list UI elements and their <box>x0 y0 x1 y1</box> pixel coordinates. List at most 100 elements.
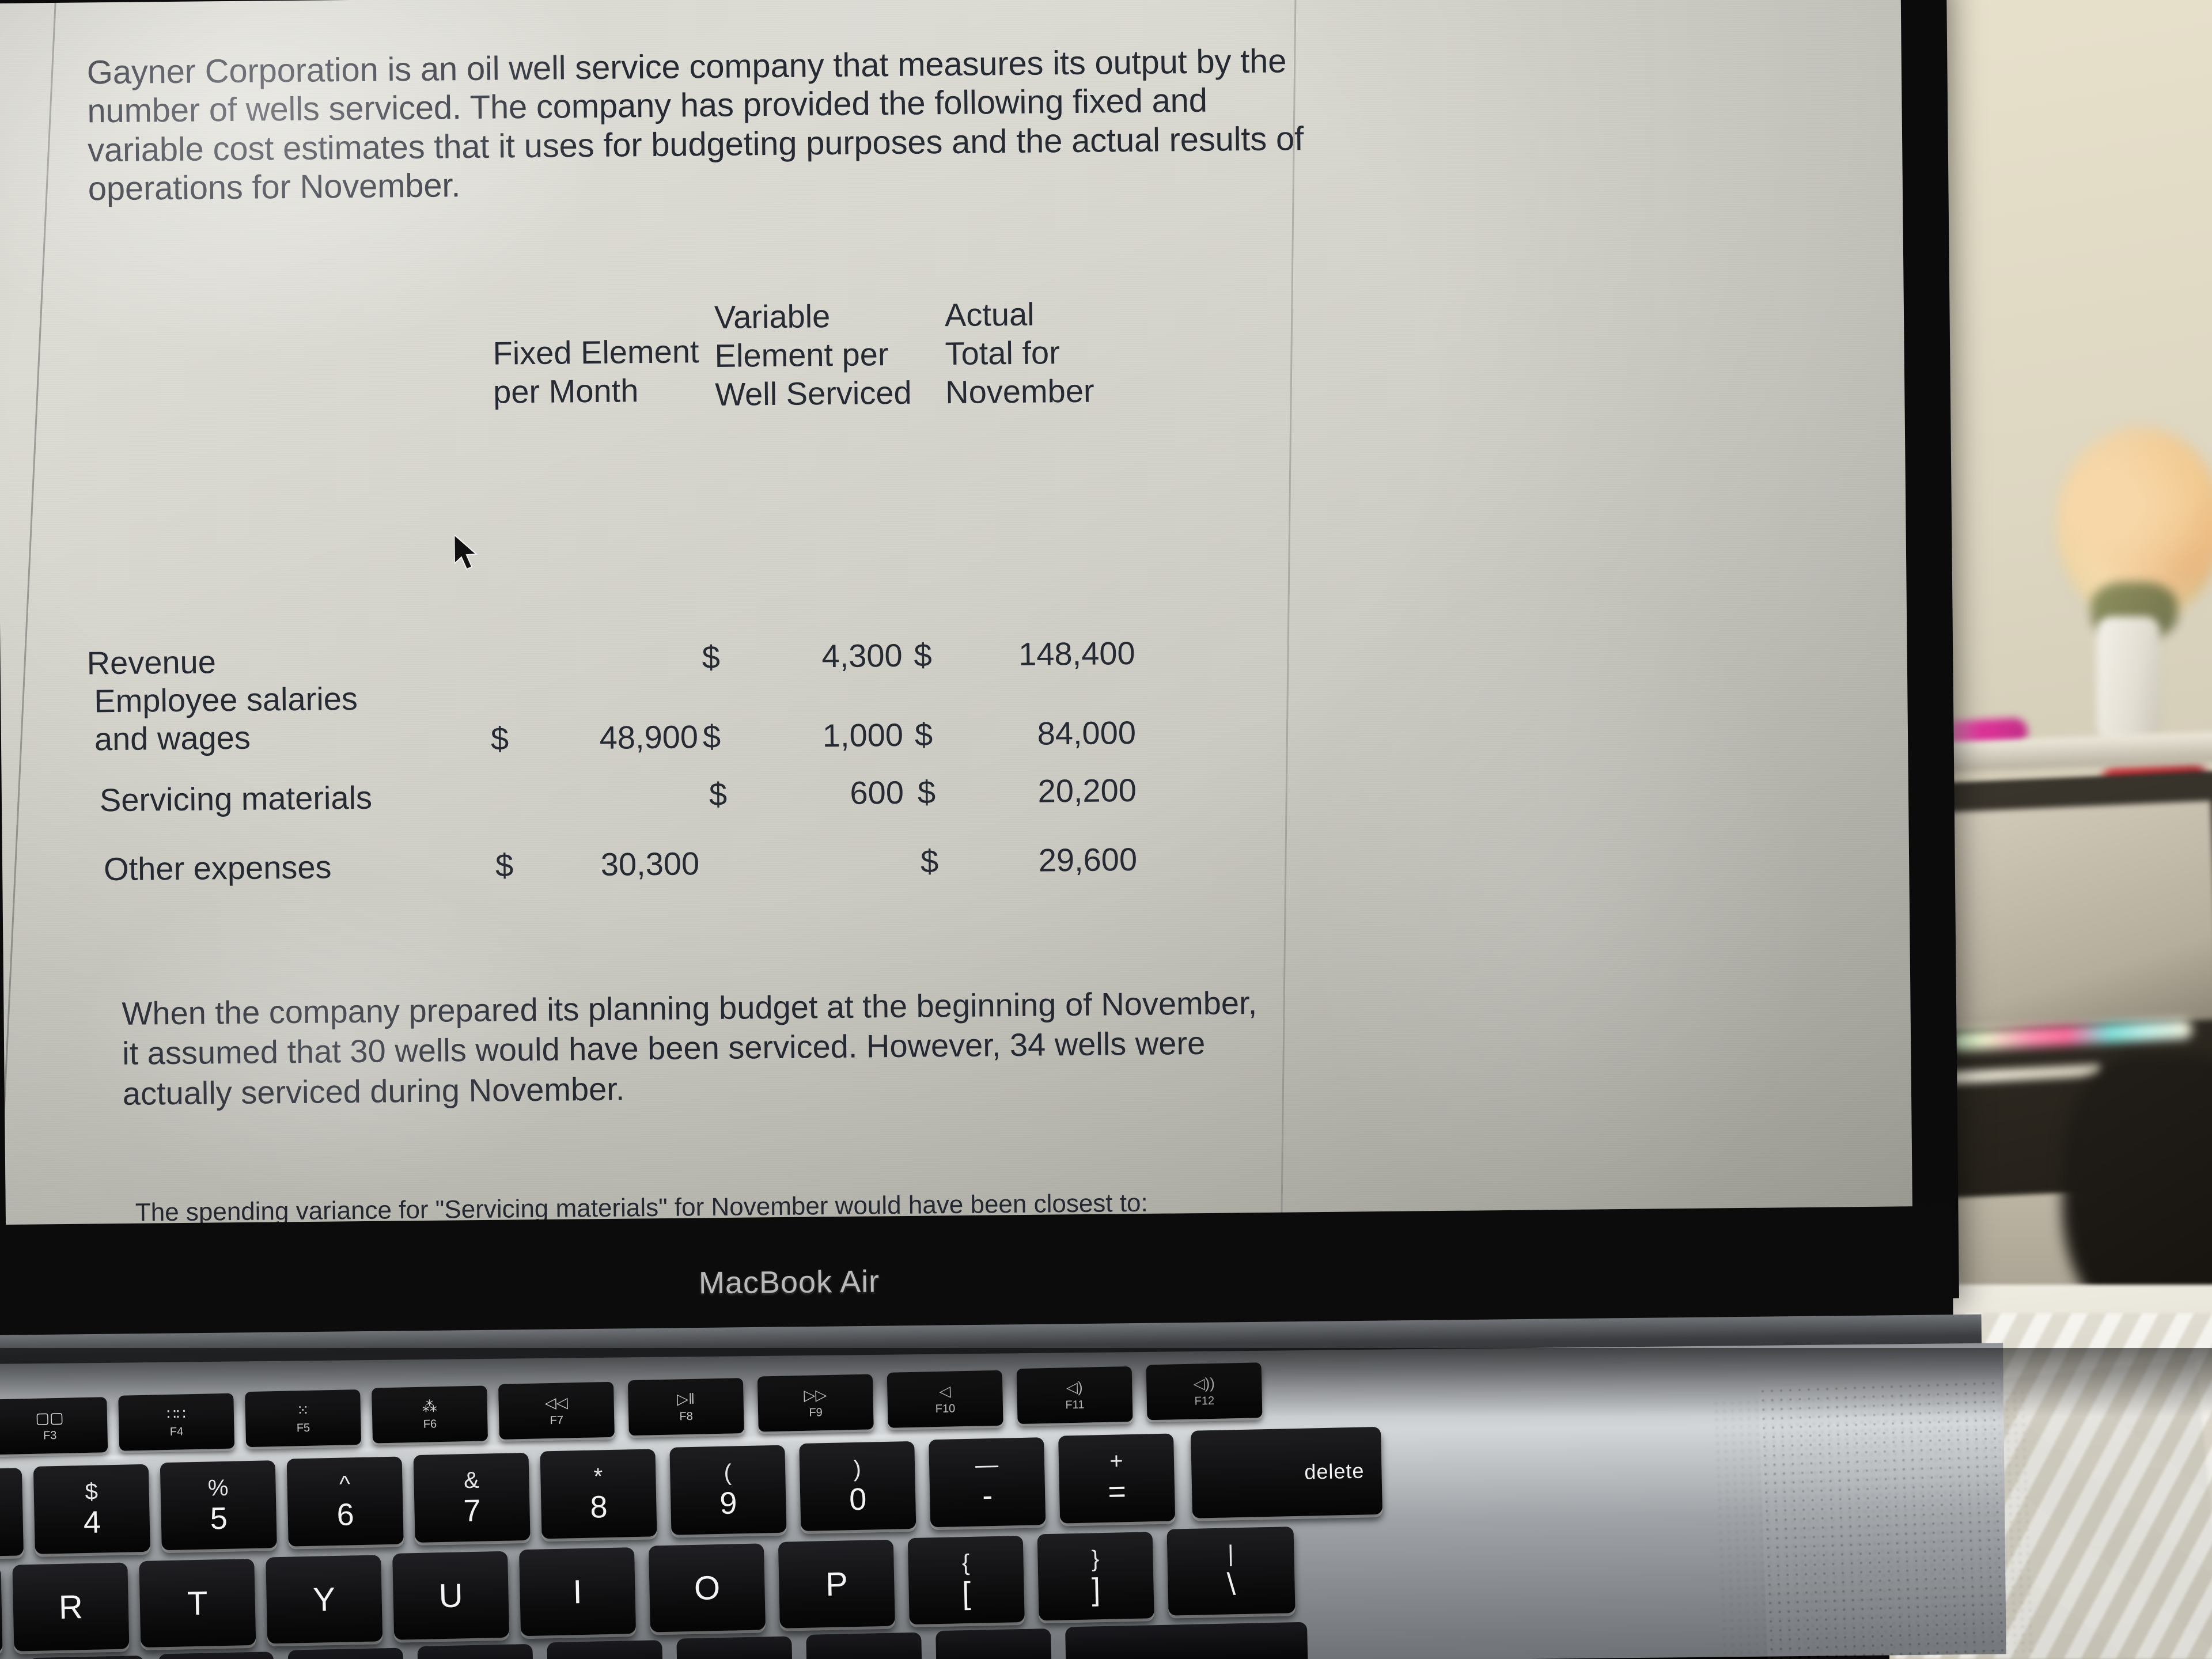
key-i-label: I <box>572 1573 583 1611</box>
key-8-shift: * <box>593 1464 603 1490</box>
key-7-shift: & <box>463 1467 480 1494</box>
key-f10-label: F10 <box>935 1402 956 1416</box>
currency-symbol: $ <box>917 774 936 810</box>
key-6[interactable]: ^ 6 <box>286 1456 404 1547</box>
key-minus[interactable]: — - <box>929 1437 1046 1528</box>
column-header-variable-element: Variable Element per Well Serviced <box>714 298 912 413</box>
key-quote[interactable] <box>935 1628 1052 1659</box>
key-left-bracket-label: [ <box>961 1575 971 1611</box>
key-minus-label: - <box>982 1478 993 1513</box>
key-i[interactable]: I <box>518 1547 637 1637</box>
key-f3[interactable]: ▢▢ F3 <box>0 1397 108 1455</box>
key-right-bracket-label: ] <box>1091 1572 1101 1607</box>
key-f4[interactable]: ∷∷ F4 <box>118 1393 235 1451</box>
key-5-shift: % <box>207 1475 229 1501</box>
key-equals-shift: + <box>1109 1448 1124 1474</box>
key-home-row[interactable] <box>547 1640 664 1659</box>
key-backslash[interactable]: | \ <box>1166 1527 1296 1616</box>
key-equals[interactable]: + = <box>1058 1433 1176 1524</box>
key-f12-label: F12 <box>1194 1394 1215 1408</box>
key-pipe-shift: | <box>1227 1541 1234 1567</box>
key-f12[interactable]: ◁)) F12 <box>1146 1362 1263 1421</box>
key-6-label: 6 <box>336 1497 355 1532</box>
laptop-screen[interactable]: Gayner Corporation is an oil well servic… <box>0 0 1913 1251</box>
key-o[interactable]: O <box>648 1543 766 1633</box>
key-backslash-label: \ <box>1226 1567 1236 1602</box>
key-4-label: 4 <box>83 1505 101 1540</box>
key-r-label: R <box>58 1588 84 1626</box>
launchpad-icon: ∷∷ <box>166 1405 186 1423</box>
key-f5-label: F5 <box>296 1421 310 1435</box>
key-3[interactable]: # 3 <box>0 1468 24 1558</box>
key-home-row-k[interactable] <box>417 1643 534 1659</box>
key-f7-label: F7 <box>550 1414 564 1427</box>
key-f7[interactable]: ◁◁ F7 <box>498 1381 615 1440</box>
key-p[interactable]: P <box>778 1539 895 1628</box>
key-home-row[interactable] <box>287 1647 404 1659</box>
key-return[interactable] <box>1065 1622 1308 1659</box>
currency-symbol: $ <box>495 847 514 884</box>
key-8-label: 8 <box>589 1490 608 1525</box>
key-t-label: T <box>187 1584 209 1622</box>
key-home-row[interactable] <box>158 1652 275 1659</box>
cell-fixed-employee-salaries: 48,900 <box>599 718 699 756</box>
key-y[interactable]: Y <box>266 1555 383 1644</box>
key-delete[interactable]: delete <box>1190 1426 1383 1518</box>
keyboard-reflection <box>0 1452 264 1463</box>
currency-symbol: $ <box>920 843 939 880</box>
keyboard[interactable]: ▢▢ F3 ∷∷ F4 ⁙ F5 ⁂ F6 ◁◁ F7 ▷‖ F8 ▷▷ F9 … <box>0 1353 1950 1659</box>
currency-symbol: $ <box>914 637 933 673</box>
key-right-brace-shift: } <box>1091 1546 1100 1572</box>
key-4[interactable]: $ 4 <box>33 1464 150 1554</box>
volume-down-icon: ◁) <box>1066 1378 1083 1396</box>
currency-symbol: $ <box>709 775 728 813</box>
key-r[interactable]: R <box>12 1562 130 1652</box>
key-f6-label: F6 <box>423 1418 437 1431</box>
cell-actual-other-expenses: 29,600 <box>1038 840 1138 878</box>
key-9-shift: ( <box>724 1460 732 1486</box>
key-8[interactable]: * 8 <box>540 1449 657 1539</box>
macbook-air-brand-label: MacBook Air <box>698 1264 880 1301</box>
key-minus-shift: — <box>975 1452 999 1478</box>
key-home-row[interactable] <box>28 1655 145 1659</box>
currency-symbol: $ <box>702 638 721 676</box>
key-f9[interactable]: ▷▷ F9 <box>757 1374 874 1432</box>
key-e[interactable]: E <box>0 1566 3 1656</box>
key-9[interactable]: ( 9 <box>669 1445 787 1535</box>
key-f3-label: F3 <box>43 1429 57 1442</box>
key-f11-label: F11 <box>1065 1398 1085 1412</box>
key-9-label: 9 <box>719 1486 738 1521</box>
cell-variable-revenue: 4,300 <box>821 637 903 675</box>
key-5[interactable]: % 5 <box>160 1460 277 1551</box>
key-f10[interactable]: ◁ F10 <box>887 1370 1003 1428</box>
key-semicolon[interactable] <box>806 1632 922 1659</box>
key-home-row[interactable] <box>676 1636 793 1659</box>
volume-up-icon: ◁)) <box>1193 1374 1215 1392</box>
key-f8[interactable]: ▷‖ F8 <box>627 1378 744 1436</box>
key-7[interactable]: & 7 <box>413 1452 531 1543</box>
key-f4-label: F4 <box>169 1425 184 1438</box>
cell-variable-servicing-materials: 600 <box>850 774 904 811</box>
row-label-employee-salaries-and-wages: Employee salaries and wages <box>94 680 358 757</box>
cell-actual-employee-salaries: 84,000 <box>1037 714 1137 752</box>
row-label-servicing-materials: Servicing materials <box>99 779 373 819</box>
key-equals-label: = <box>1107 1474 1127 1509</box>
key-left-brace-shift: { <box>961 1550 970 1576</box>
key-f11[interactable]: ◁) F11 <box>1016 1366 1133 1425</box>
shelf-panel <box>1940 800 2212 1032</box>
mission-control-icon: ▢▢ <box>35 1408 64 1427</box>
key-0[interactable]: ) 0 <box>799 1441 916 1532</box>
key-u-label: U <box>438 1576 464 1615</box>
column-header-actual-total: Actual Total for November <box>944 296 1094 411</box>
key-left-bracket[interactable]: { [ <box>907 1535 1025 1625</box>
key-right-bracket[interactable]: } ] <box>1037 1532 1154 1621</box>
mute-icon: ◁ <box>939 1382 951 1400</box>
cell-fixed-other-expenses: 30,300 <box>600 845 700 882</box>
key-f6[interactable]: ⁂ F6 <box>372 1385 488 1444</box>
key-t[interactable]: T <box>139 1558 256 1648</box>
key-y-label: Y <box>312 1580 336 1619</box>
keyboard-brightness-down-icon: ⁙ <box>296 1401 310 1419</box>
key-f5[interactable]: ⁙ F5 <box>245 1389 362 1448</box>
key-u[interactable]: U <box>392 1551 510 1640</box>
currency-symbol: $ <box>490 720 509 757</box>
